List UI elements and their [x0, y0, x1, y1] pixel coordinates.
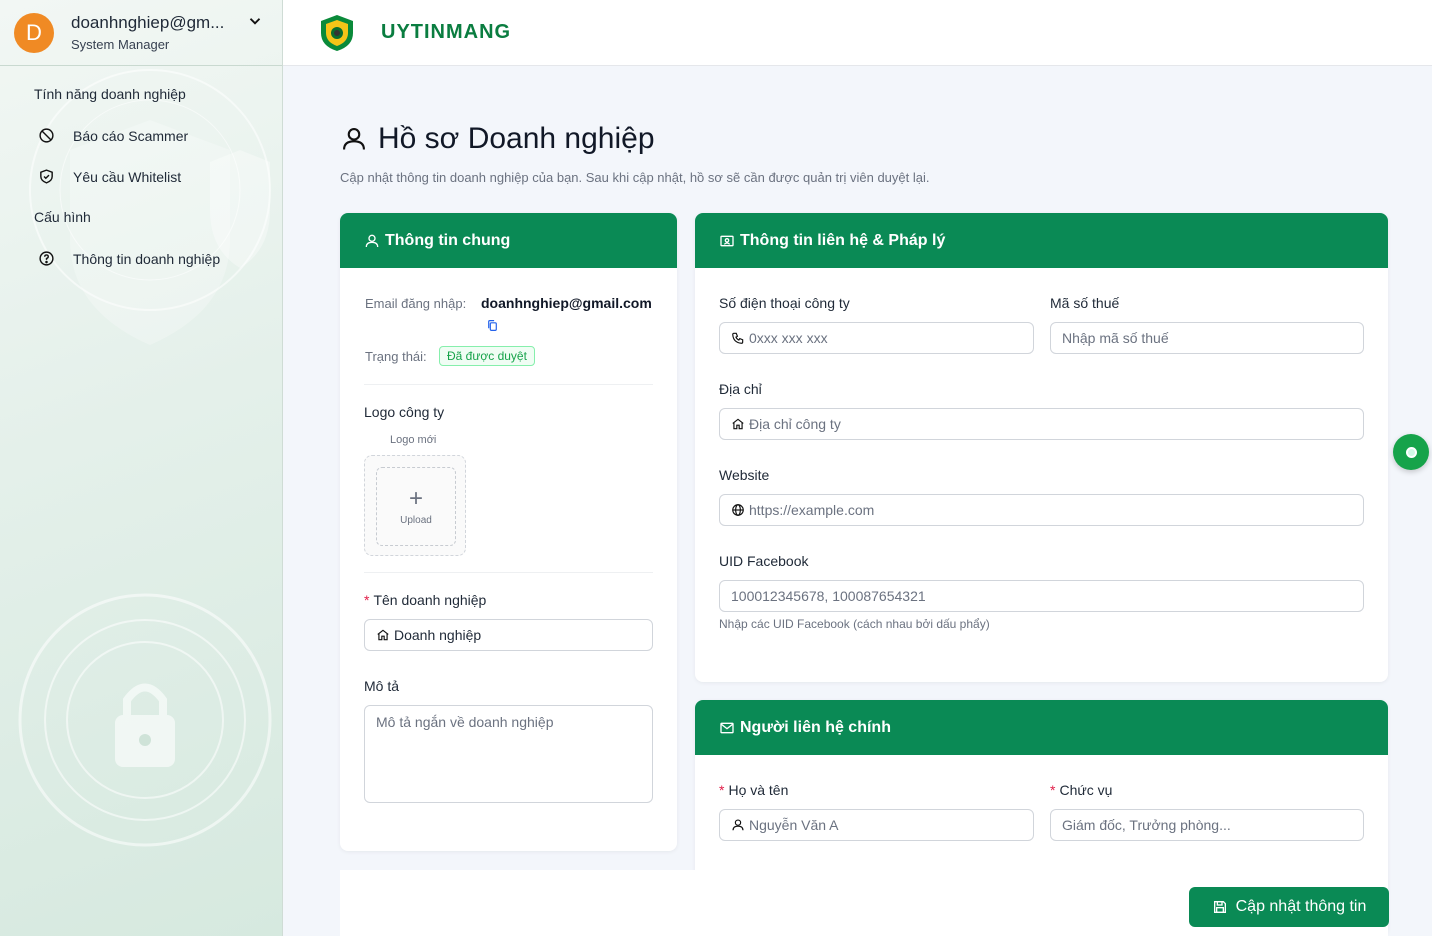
status-label: Trạng thái:	[365, 349, 427, 364]
home-icon	[377, 629, 389, 641]
brand-name: UYTINMANG	[381, 21, 512, 43]
address-input[interactable]: Địa chỉ công ty	[719, 408, 1364, 440]
user-icon	[365, 234, 379, 247]
position-input[interactable]: Giám đốc, Trưởng phòng...	[1050, 809, 1364, 841]
page-title-text: Hồ sơ Doanh nghiệp	[378, 122, 655, 155]
sidebar-item-label: Thông tin doanh nghiệp	[73, 250, 221, 267]
sidebar-item-label: Yêu cầu Whitelist	[73, 168, 182, 185]
update-info-label: Cập nhật thông tin	[1235, 898, 1367, 915]
save-icon	[1213, 901, 1226, 913]
upload-label: Upload	[400, 515, 432, 526]
floating-chat-button[interactable]	[1393, 434, 1429, 470]
sidebar-item-scammer-report[interactable]: Báo cáo Scammer	[0, 115, 282, 156]
page-title: Hồ sơ Doanh nghiệp	[340, 122, 655, 156]
description-label: Mô tả	[364, 678, 400, 694]
general-info-card: Thông tin chung Email đăng nhập: doanhng…	[340, 213, 677, 851]
card-header: Người liên hệ chính	[695, 700, 1388, 755]
uid-help-text: Nhập các UID Facebook (cách nhau bởi dấu…	[719, 617, 990, 631]
phone-icon	[732, 332, 744, 344]
upload-button[interactable]: + Upload	[376, 467, 456, 546]
user-profile[interactable]: D doanhnghiep@gm... System Manager	[0, 0, 282, 66]
email-label: Email đăng nhập:	[365, 296, 467, 311]
sidebar: D doanhnghiep@gm... System Manager Tính …	[0, 0, 283, 936]
tax-input[interactable]: Nhập mã số thuế	[1050, 322, 1364, 354]
home-icon	[732, 418, 744, 430]
user-role: System Manager	[71, 37, 170, 52]
user-icon	[732, 819, 744, 831]
user-name: doanhnghiep@gm...	[71, 13, 225, 32]
website-input[interactable]: https://example.com	[719, 494, 1364, 526]
fullname-input[interactable]: Nguyễn Văn A	[719, 809, 1034, 841]
business-name-label: * Tên doanh nghiệp	[364, 592, 487, 608]
logo-sub-label: Logo mới	[390, 434, 437, 446]
phone-label: Số điện thoại công ty	[719, 295, 850, 311]
logo-upload-area: + Upload	[364, 455, 466, 556]
chevron-down-icon[interactable]	[246, 12, 264, 30]
logo-label: Logo công ty	[364, 404, 445, 420]
website-label: Website	[719, 467, 770, 483]
chat-icon	[1405, 446, 1417, 458]
mail-icon	[720, 722, 734, 733]
sidebar-item-whitelist-request[interactable]: Yêu cầu Whitelist	[0, 156, 282, 197]
sidebar-item-label: Báo cáo Scammer	[73, 127, 189, 144]
sidebar-section-config: Cấu hình	[34, 209, 91, 225]
email-value: doanhnghiep@gmail.com	[481, 295, 652, 311]
business-name-input[interactable]: Doanh nghiệp	[364, 619, 653, 651]
card-title: Người liên hệ chính	[740, 718, 891, 736]
tax-label: Mã số thuế	[1050, 295, 1120, 311]
topbar: UYTINMANG	[283, 0, 1432, 66]
avatar: D	[14, 12, 54, 53]
uid-label: UID Facebook	[719, 553, 809, 569]
ban-icon	[39, 128, 54, 143]
position-label: * Chức vụ	[1050, 782, 1113, 798]
shield-check-icon	[40, 169, 53, 184]
globe-icon	[732, 504, 744, 516]
card-title: Thông tin chung	[385, 231, 511, 249]
card-header: Thông tin liên hệ & Pháp lý	[695, 213, 1388, 268]
copy-icon[interactable]	[486, 318, 499, 333]
brand-logo-icon[interactable]	[317, 13, 357, 53]
plus-icon: +	[408, 485, 423, 512]
contact-legal-card: Thông tin liên hệ & Pháp lý Số điện thoạ…	[695, 213, 1388, 682]
sidebar-section-features: Tính năng doanh nghiệp	[34, 86, 186, 102]
update-info-button[interactable]: Cập nhật thông tin	[1189, 887, 1389, 927]
sidebar-item-business-info[interactable]: Thông tin doanh nghiệp	[0, 238, 282, 279]
fullname-label: * Họ và tên	[719, 782, 789, 798]
uid-input[interactable]: 100012345678, 100087654321	[719, 580, 1364, 612]
id-card-icon	[720, 235, 734, 246]
user-icon	[343, 128, 365, 150]
phone-input[interactable]: 0xxx xxx xxx	[719, 322, 1034, 354]
question-circle-icon	[39, 251, 54, 266]
card-title: Thông tin liên hệ & Pháp lý	[740, 231, 946, 249]
address-label: Địa chỉ	[719, 381, 762, 397]
description-textarea[interactable]: Mô tả ngắn về doanh nghiệp	[364, 705, 653, 803]
card-header: Thông tin chung	[340, 213, 677, 268]
status-badge: Đã được duyệt	[439, 346, 535, 366]
divider	[364, 572, 653, 573]
divider	[364, 384, 653, 385]
page-subtitle: Cập nhật thông tin doanh nghiệp của bạn.…	[340, 170, 930, 185]
